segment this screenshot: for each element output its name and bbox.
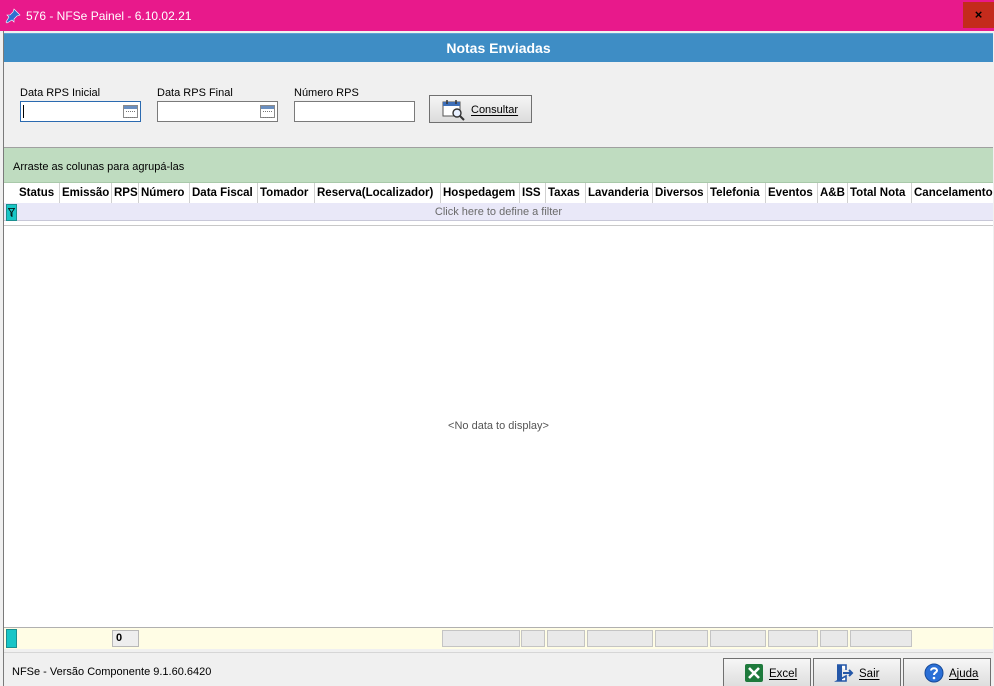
footer-cell-hospedagem xyxy=(442,630,520,647)
data-rps-final-label: Data RPS Final xyxy=(157,87,233,99)
grid-header-row: Status Emissão RPS Número Data Fiscal To… xyxy=(4,183,993,203)
sair-button[interactable]: Sair xyxy=(813,658,901,686)
sair-label: Sair xyxy=(859,668,880,680)
footer-cell-ab xyxy=(820,630,848,647)
column-header-numero[interactable]: Número xyxy=(139,183,190,203)
excel-label: Excel xyxy=(769,668,798,680)
group-by-hint: Arraste as colunas para agrupá-las xyxy=(13,161,185,173)
column-header-telefonia[interactable]: Telefonia xyxy=(708,183,766,203)
footer-cell-diversos xyxy=(655,630,708,647)
ajuda-label: Ajuda xyxy=(949,668,979,680)
column-header-status[interactable]: Status xyxy=(17,183,60,203)
window-title: 576 - NFSe Painel - 6.10.02.21 xyxy=(26,9,192,23)
footer-indicator xyxy=(6,629,17,648)
data-rps-inicial-label: Data RPS Inicial xyxy=(20,87,101,99)
column-header-taxas[interactable]: Taxas xyxy=(546,183,586,203)
group-by-panel[interactable]: Arraste as colunas para agrupá-las xyxy=(4,148,993,183)
column-header-eventos[interactable]: Eventos xyxy=(766,183,818,203)
numero-rps-label: Número RPS xyxy=(294,87,359,99)
footer-cell-telefonia xyxy=(710,630,766,647)
data-rps-inicial-input[interactable] xyxy=(20,101,141,122)
grid-footer: 0 xyxy=(4,627,993,649)
notas-grid[interactable]: Arraste as colunas para agrupá-las Statu… xyxy=(4,147,993,649)
consultar-label: Consultar xyxy=(471,104,519,116)
footer-cell-iss xyxy=(521,630,545,647)
text-caret xyxy=(23,105,24,118)
footer-cell-taxas xyxy=(547,630,585,647)
page-header: Notas Enviadas xyxy=(4,33,993,62)
numero-rps-input[interactable] xyxy=(294,101,415,122)
version-text: NFSe - Versão Componente 9.1.60.6420 xyxy=(12,666,212,678)
excel-icon xyxy=(745,664,763,682)
exit-door-icon xyxy=(834,664,854,682)
header-indicator xyxy=(4,183,17,203)
footer-cell-lavanderia xyxy=(587,630,653,647)
calendar-search-icon xyxy=(442,100,465,121)
column-header-rps[interactable]: RPS xyxy=(112,183,139,203)
column-header-tomador[interactable]: Tomador xyxy=(258,183,315,203)
filter-row[interactable]: Click here to define a filter xyxy=(4,203,993,221)
calendar-icon[interactable] xyxy=(260,105,275,118)
footer-count: 0 xyxy=(112,630,139,647)
page-title: Notas Enviadas xyxy=(446,40,551,56)
grid-separator xyxy=(4,225,993,226)
help-icon xyxy=(924,663,944,683)
data-rps-final-input[interactable] xyxy=(157,101,278,122)
footer-cell-total-nota xyxy=(850,630,912,647)
calendar-icon[interactable] xyxy=(123,105,138,118)
column-header-total-nota[interactable]: Total Nota xyxy=(848,183,912,203)
status-bar: NFSe - Versão Componente 9.1.60.6420 Exc… xyxy=(4,652,993,686)
column-header-iss[interactable]: ISS xyxy=(520,183,546,203)
title-bar: 576 - NFSe Painel - 6.10.02.21 × xyxy=(0,0,994,31)
ajuda-button[interactable]: Ajuda xyxy=(903,658,991,686)
column-header-reserva[interactable]: Reserva(Localizador) xyxy=(315,183,441,203)
column-header-lavanderia[interactable]: Lavanderia xyxy=(586,183,653,203)
footer-cell-eventos xyxy=(768,630,818,647)
column-header-diversos[interactable]: Diversos xyxy=(653,183,708,203)
filter-hint: Click here to define a filter xyxy=(434,206,563,218)
column-header-ab[interactable]: A&B xyxy=(818,183,848,203)
excel-button[interactable]: Excel xyxy=(723,658,811,686)
consultar-button[interactable]: Consultar xyxy=(429,95,532,123)
column-header-hospedagem[interactable]: Hospedagem xyxy=(441,183,520,203)
pin-icon xyxy=(5,8,21,24)
column-header-cancelamento[interactable]: Cancelamento xyxy=(912,183,993,203)
column-header-data-fiscal[interactable]: Data Fiscal xyxy=(190,183,258,203)
column-header-emissao[interactable]: Emissão xyxy=(60,183,112,203)
close-button[interactable]: × xyxy=(963,2,994,28)
empty-grid-message: <No data to display> xyxy=(448,420,549,432)
